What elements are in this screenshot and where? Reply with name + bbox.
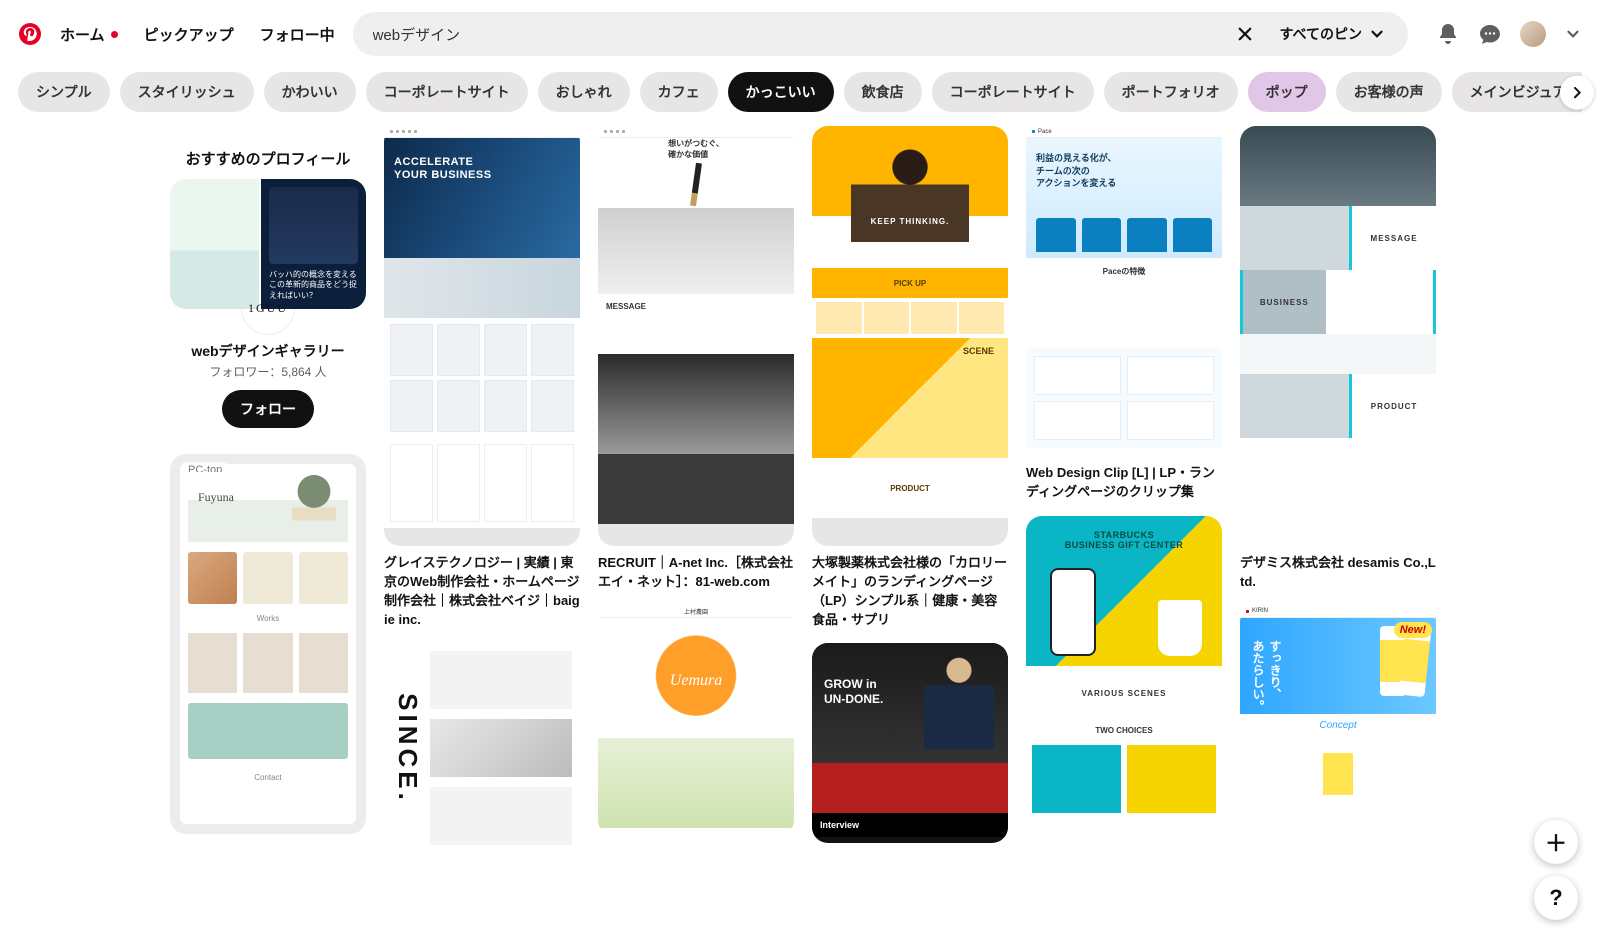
search-input[interactable] <box>371 25 1224 44</box>
pin-card[interactable]: SINCE. <box>384 643 580 853</box>
filter-chip[interactable]: かわいい <box>264 72 356 112</box>
pin-card[interactable]: ACCELERATE YOUR BUSINESS グレイステクノロジー | 実績… <box>384 126 580 629</box>
pin-card[interactable]: KEEP THINKING. PICK UP SCENE PRODUCT 大塚製… <box>812 126 1008 629</box>
pin-card[interactable]: STARBUCKS BUSINESS GIFT CENTER VARIOUS S… <box>1026 516 1222 836</box>
nav-home[interactable]: ホーム <box>60 24 118 45</box>
pin-card[interactable]: Pace 利益の見える化が、 チームの次の アクションを変える Paceの特徴 … <box>1026 126 1222 502</box>
column-3: 想いがつむぐ、確かな価値 MESSAGE RECRUIT｜A-net Inc.［… <box>598 126 794 850</box>
filter-chip[interactable]: ポートフォリオ <box>1104 72 1238 112</box>
app-header: ホーム ピックアップ フォロー中 すべてのピン <box>0 0 1600 66</box>
fab-help[interactable]: ? <box>1534 876 1578 920</box>
header-icons <box>1436 21 1582 47</box>
filter-chips-row: シンプルスタイリッシュかわいいコーポレートサイトおしゃれカフェかっこいい飲食店コ… <box>0 66 1600 126</box>
chips-scroll-right[interactable] <box>1560 76 1594 110</box>
pin-title: 大塚製薬株式会社様の「カロリーメイト」のランディングページ（LP）シンプル系｜健… <box>812 554 1008 629</box>
pin-title: RECRUIT｜A-net Inc.［株式会社エイ・ネット］：81-web.co… <box>598 554 794 592</box>
column-4: KEEP THINKING. PICK UP SCENE PRODUCT 大塚製… <box>812 126 1008 857</box>
filter-chip[interactable]: カフェ <box>640 72 718 112</box>
profile-name: webデザインギャラリー <box>170 341 366 361</box>
pin-card[interactable]: 想いがつむぐ、確かな価値 MESSAGE RECRUIT｜A-net Inc.［… <box>598 126 794 592</box>
filter-chip[interactable]: ポップ <box>1248 72 1326 112</box>
follow-button[interactable]: フォロー <box>222 390 314 428</box>
nav-pickup[interactable]: ピックアップ <box>144 24 234 45</box>
search-bar: すべてのピン <box>353 12 1408 56</box>
column-2: ACCELERATE YOUR BUSINESS グレイステクノロジー | 実績… <box>384 126 580 867</box>
filter-chip[interactable]: シンプル <box>18 72 110 112</box>
profile-preview-images: バッハ的の概念を変えるこの革新的商品をどう捉えればいい？ <box>170 179 366 309</box>
pin-card[interactable]: MESSAGE BUSINESS PRODUCT デザミス株式会社 desami… <box>1240 126 1436 592</box>
filter-chip[interactable]: コーポレートサイト <box>932 72 1094 112</box>
profile-followers: フォロワー：5,864 人 <box>170 363 366 380</box>
filter-chips: シンプルスタイリッシュかわいいコーポレートサイトおしゃれカフェかっこいい飲食店コ… <box>18 72 1582 112</box>
nav-following[interactable]: フォロー中 <box>260 24 335 45</box>
filter-chip[interactable]: コーポレートサイト <box>366 72 528 112</box>
filter-chip[interactable]: 飲食店 <box>844 72 922 112</box>
filter-chip[interactable]: お客様の声 <box>1336 72 1442 112</box>
pin-card[interactable]: 上村農園 Uemura <box>598 606 794 836</box>
profile-rec-heading: おすすめのプロフィール <box>170 148 366 169</box>
fab-add[interactable]: ＋ <box>1534 820 1578 864</box>
notification-dot <box>111 31 118 38</box>
pin-title: Web Design Clip [L] | LP・ランディングページのクリップ集 <box>1026 464 1222 502</box>
bell-icon[interactable] <box>1436 22 1460 46</box>
avatar[interactable] <box>1520 21 1546 47</box>
chevron-down-icon <box>1368 25 1386 43</box>
pin-card[interactable]: GROW in UN-DONE. Interview <box>812 643 1008 843</box>
pin-card[interactable]: PC-top Fuyuna Works Contact <box>170 454 366 834</box>
primary-nav: ホーム ピックアップ フォロー中 <box>60 24 335 45</box>
pin-title: グレイステクノロジー | 実績 | 東京のWeb制作会社・ホームページ制作会社｜… <box>384 554 580 629</box>
pin-title: デザミス株式会社 desamis Co.,Ltd. <box>1240 554 1436 592</box>
profile-card[interactable]: バッハ的の概念を変えるこの革新的商品をどう捉えればいい？ 1GUU webデザイ… <box>170 179 366 428</box>
column-6: MESSAGE BUSINESS PRODUCT デザミス株式会社 desami… <box>1240 126 1436 860</box>
clear-icon[interactable] <box>1234 23 1256 45</box>
filter-chip[interactable]: スタイリッシュ <box>120 72 254 112</box>
pin-card[interactable]: KIRIN すっきり、 あたらしい。 New! Concept <box>1240 606 1436 846</box>
column-5: Pace 利益の見える化が、 チームの次の アクションを変える Paceの特徴 … <box>1026 126 1222 850</box>
filter-chip[interactable]: かっこいい <box>728 72 834 112</box>
account-chevron-icon[interactable] <box>1564 25 1582 43</box>
filter-chip[interactable]: おしゃれ <box>538 72 630 112</box>
search-scope[interactable]: すべてのピン <box>1266 24 1394 44</box>
pin-board: おすすめのプロフィール バッハ的の概念を変えるこの革新的商品をどう捉えればいい？… <box>100 126 1500 946</box>
message-icon[interactable] <box>1478 22 1502 46</box>
column-1: おすすめのプロフィール バッハ的の概念を変えるこの革新的商品をどう捉えればいい？… <box>170 126 366 848</box>
pinterest-logo[interactable] <box>18 22 42 46</box>
